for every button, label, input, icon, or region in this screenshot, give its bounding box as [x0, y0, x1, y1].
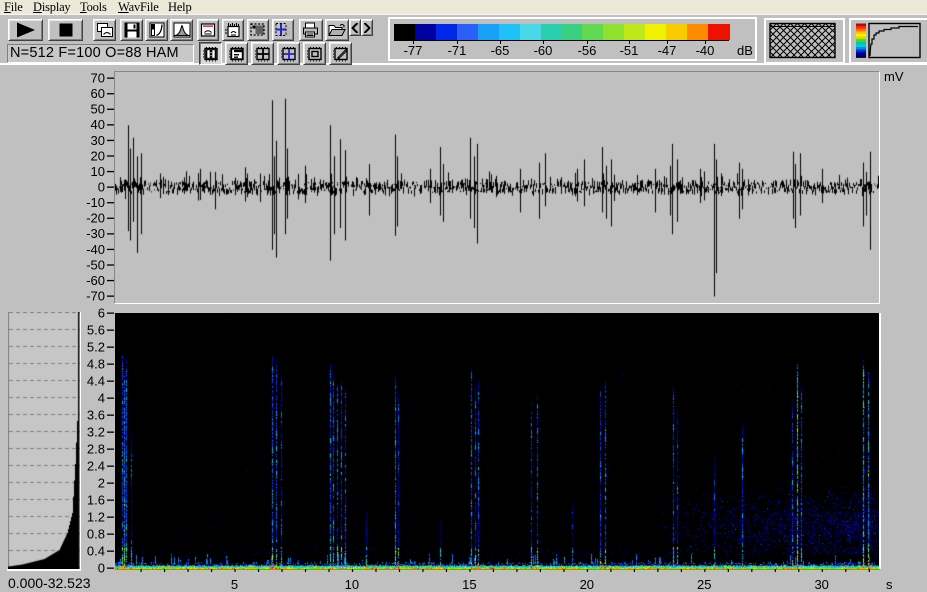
- svg-text:4.4: 4.4: [87, 374, 105, 389]
- svg-text:15: 15: [462, 577, 476, 592]
- svg-text:4: 4: [98, 391, 105, 406]
- svg-text:3.6: 3.6: [87, 408, 105, 423]
- svg-text:0.8: 0.8: [87, 527, 105, 542]
- svg-text:70: 70: [91, 71, 105, 86]
- svg-text:10: 10: [345, 577, 359, 592]
- svg-text:4.8: 4.8: [87, 357, 105, 372]
- svg-text:-60: -60: [86, 273, 105, 288]
- svg-text:30: 30: [91, 133, 105, 148]
- svg-text:60: 60: [91, 86, 105, 101]
- svg-text:-30: -30: [86, 226, 105, 241]
- svg-text:0: 0: [98, 179, 105, 194]
- svg-text:40: 40: [91, 117, 105, 132]
- svg-text:2.8: 2.8: [87, 442, 105, 457]
- svg-text:1.2: 1.2: [87, 510, 105, 525]
- svg-text:2.4: 2.4: [87, 459, 105, 474]
- svg-text:50: 50: [91, 102, 105, 117]
- svg-text:-50: -50: [86, 257, 105, 272]
- svg-text:0.4: 0.4: [87, 544, 105, 559]
- svg-text:-20: -20: [86, 211, 105, 226]
- svg-text:5: 5: [231, 577, 238, 592]
- svg-text:1.6: 1.6: [87, 493, 105, 508]
- svg-text:10: 10: [91, 164, 105, 179]
- svg-text:mV: mV: [884, 69, 904, 84]
- svg-text:30: 30: [814, 577, 828, 592]
- svg-text:-10: -10: [86, 195, 105, 210]
- svg-text:2: 2: [98, 476, 105, 491]
- svg-text:5.6: 5.6: [87, 323, 105, 338]
- svg-text:20: 20: [91, 148, 105, 163]
- svg-text:5.2: 5.2: [87, 340, 105, 355]
- svg-text:3.2: 3.2: [87, 425, 105, 440]
- svg-text:6: 6: [98, 306, 105, 321]
- svg-text:s: s: [886, 577, 893, 592]
- svg-text:-40: -40: [86, 242, 105, 257]
- svg-text:0: 0: [98, 561, 105, 576]
- svg-text:-70: -70: [86, 288, 105, 303]
- svg-text:20: 20: [580, 577, 594, 592]
- svg-text:25: 25: [697, 577, 711, 592]
